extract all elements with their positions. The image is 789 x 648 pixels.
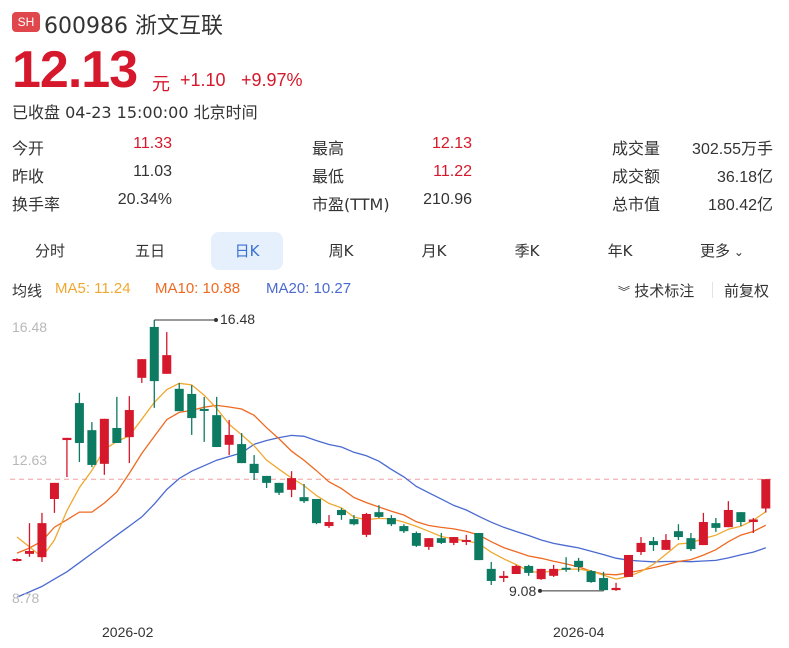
candle-body — [549, 568, 559, 576]
candle-body — [761, 479, 771, 509]
candle-body — [636, 542, 646, 553]
candle-body — [274, 482, 284, 493]
candle-body — [287, 478, 297, 490]
candle-body — [174, 388, 184, 412]
candle-body — [474, 533, 484, 561]
candle-body — [524, 565, 534, 573]
candle-body — [686, 538, 696, 550]
candle-body — [673, 531, 683, 538]
x-label-apr: 2026-04 — [553, 624, 605, 640]
candle-body — [561, 567, 571, 570]
candle-body — [99, 418, 109, 464]
y-tick-mid: 12.63 — [12, 452, 48, 468]
candle-body — [37, 523, 47, 558]
candle-body — [424, 538, 434, 547]
candle-body — [124, 410, 134, 438]
candle-body — [24, 550, 34, 554]
candle-body — [599, 578, 609, 591]
candle-body — [237, 444, 247, 464]
candle-body — [698, 522, 708, 546]
candle-body — [12, 558, 22, 561]
candle-body — [87, 430, 97, 465]
candle-body — [262, 475, 272, 483]
candle-body — [723, 509, 733, 528]
candle-body — [511, 565, 521, 575]
candle-body — [336, 509, 346, 516]
min-marker-dot — [538, 588, 542, 593]
candle-body — [374, 512, 384, 517]
candle-body — [399, 526, 409, 532]
y-tick-bottom: 8.78 — [12, 590, 40, 606]
candle-body — [624, 554, 634, 577]
candle-body — [449, 537, 459, 543]
candle-body — [536, 568, 546, 580]
max-marker-dot — [214, 318, 218, 322]
candle-body — [249, 463, 259, 473]
candle-body — [62, 437, 72, 441]
candle-body — [574, 560, 584, 568]
candle-body — [436, 538, 446, 543]
y-tick-top: 16.48 — [12, 319, 48, 335]
candle-body — [349, 519, 359, 525]
candle-body — [74, 403, 84, 443]
candle-body — [586, 571, 596, 583]
candle-body — [49, 482, 59, 499]
x-label-feb: 2026-02 — [102, 624, 154, 640]
candle-body — [661, 539, 671, 550]
candle-body — [324, 522, 334, 527]
candle-body — [499, 575, 509, 579]
candle-body — [187, 393, 197, 419]
candle-body — [711, 523, 721, 528]
candle-body — [112, 427, 122, 443]
candle-body — [199, 408, 209, 411]
candle-body — [149, 326, 159, 382]
candle-body — [611, 587, 621, 591]
candle-body — [162, 355, 172, 374]
candle-body — [748, 519, 758, 523]
candle-body — [137, 359, 147, 378]
candle-body — [212, 415, 222, 448]
candle-body — [224, 434, 234, 445]
candle-body — [461, 539, 471, 542]
candle-body — [299, 497, 309, 502]
kline-chart[interactable] — [0, 0, 789, 648]
candle-body — [411, 533, 421, 546]
candle-body — [486, 568, 496, 581]
min-price-label: 9.08 — [509, 583, 537, 599]
candle-body — [361, 513, 371, 535]
max-price-label: 16.48 — [220, 311, 256, 327]
candle-body — [736, 512, 746, 523]
candle-body — [312, 498, 322, 524]
candle-body — [648, 541, 658, 546]
candle-body — [386, 518, 396, 525]
